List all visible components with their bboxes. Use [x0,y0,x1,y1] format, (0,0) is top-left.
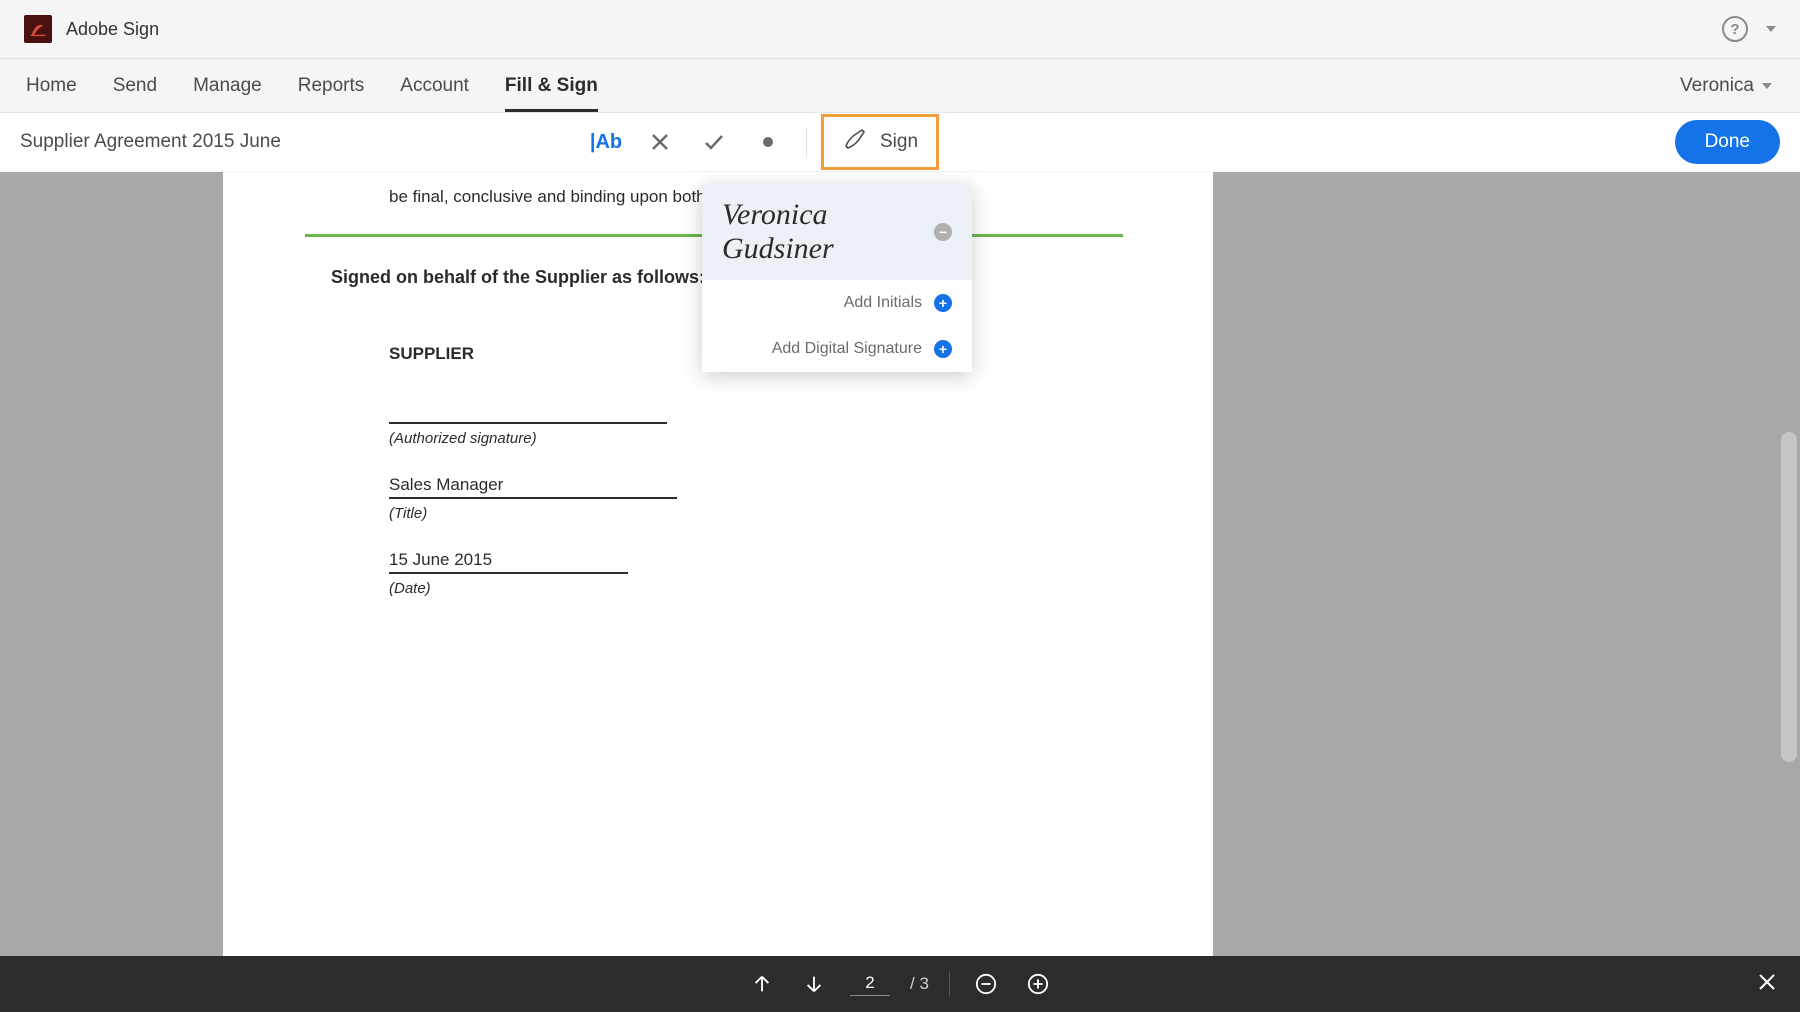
saved-signature-name: Veronica Gudsiner [722,198,934,266]
signature-line[interactable] [389,376,667,424]
user-menu-caret-icon [1762,83,1772,89]
nav-bar: Home Send Manage Reports Account Fill & … [0,59,1800,113]
sign-button[interactable]: Sign [821,114,939,170]
adobe-sign-logo-icon [24,15,52,43]
tab-reports[interactable]: Reports [280,59,383,112]
saved-signature-item[interactable]: Veronica Gudsiner − [702,184,972,280]
app-title: Adobe Sign [66,19,159,40]
tab-home[interactable]: Home [8,59,95,112]
zoom-in-button[interactable] [1022,968,1054,1000]
toolbar: Supplier Agreement 2015 June |Ab Sign Do… [0,113,1800,171]
document-title: Supplier Agreement 2015 June [20,131,281,153]
pen-icon [842,126,868,158]
user-menu[interactable]: Veronica [1680,75,1792,97]
tab-manage[interactable]: Manage [175,59,280,112]
sign-label: Sign [880,131,918,153]
header-menu-caret-icon[interactable] [1766,26,1776,32]
x-mark-tool-button[interactable] [636,118,684,166]
date-value: 15 June 2015 [389,550,492,574]
close-footer-button[interactable] [1758,971,1776,997]
title-field-row: Sales Manager [283,475,1153,499]
done-button[interactable]: Done [1675,120,1780,164]
tab-fill-sign[interactable]: Fill & Sign [487,59,616,112]
remove-signature-icon[interactable]: − [934,223,952,241]
footer-toolbar: / 3 [0,956,1800,1012]
header-left: Adobe Sign [24,15,159,43]
plus-icon: + [934,294,952,312]
text-tool-button[interactable]: |Ab [582,118,630,166]
nav-tabs: Home Send Manage Reports Account Fill & … [8,59,616,112]
checkmark-tool-button[interactable] [690,118,738,166]
add-digital-signature-item[interactable]: Add Digital Signature + [702,326,972,372]
dot-tool-button[interactable] [744,118,792,166]
title-label: (Title) [283,505,1153,522]
app-header: Adobe Sign ? [0,0,1800,59]
page-up-button[interactable] [746,968,778,1000]
user-name: Veronica [1680,75,1754,97]
sign-dropdown-menu: Veronica Gudsiner − Add Initials + Add D… [702,184,972,372]
page-total: / 3 [910,974,929,994]
auth-signature-label: (Authorized signature) [283,430,1153,447]
tab-account[interactable]: Account [382,59,487,112]
tab-send[interactable]: Send [95,59,175,112]
add-initials-item[interactable]: Add Initials + [702,280,972,326]
page-number-input[interactable] [850,973,890,996]
scrollbar-thumb[interactable] [1781,432,1797,762]
title-blank-line [503,497,677,499]
add-initials-label: Add Initials [844,294,922,312]
add-digital-label: Add Digital Signature [772,340,922,358]
date-label: (Date) [283,580,1153,597]
header-right: ? [1722,16,1776,42]
date-blank-line [492,572,628,574]
date-field-row: 15 June 2015 [283,550,1153,574]
zoom-out-button[interactable] [970,968,1002,1000]
footer-divider [949,971,950,997]
help-icon[interactable]: ? [1722,16,1748,42]
title-value: Sales Manager [389,475,503,499]
tool-divider [806,127,807,157]
page-down-button[interactable] [798,968,830,1000]
plus-icon: + [934,340,952,358]
tool-group: |Ab Sign [582,114,939,170]
